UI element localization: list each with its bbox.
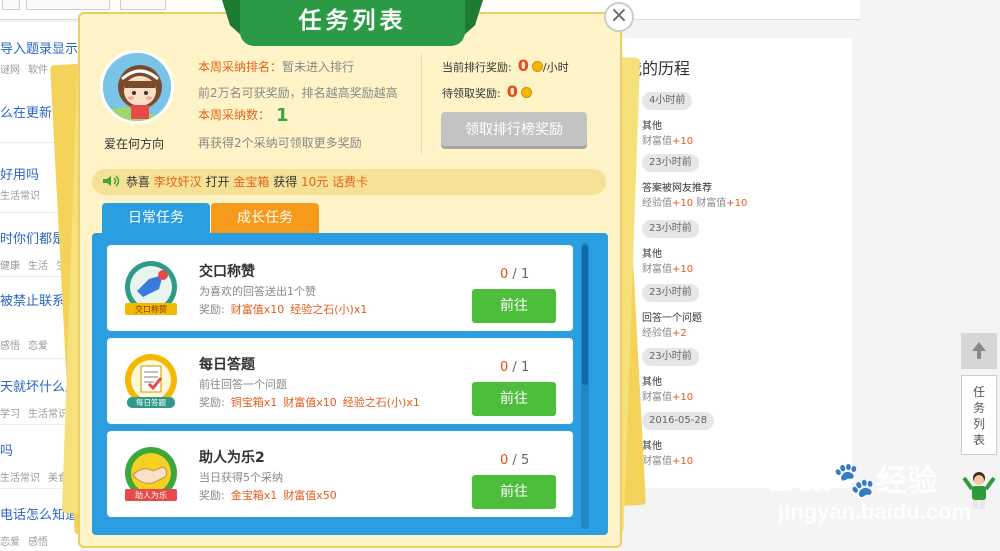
history-reward: 经验值+10 财富值+10 [642,198,748,209]
weekly-rank-value: 暂未进入排行 [282,60,355,74]
notice-bar: 恭喜 李坟奸汉 打开 金宝箱 获得 10元 话费卡 [92,169,606,195]
weekly-rank-hint: 前2万名可获奖励，排名越高奖励越高 [198,86,398,100]
pending-reward-value: 0 [506,82,518,101]
history-time: 23小时前 [642,348,699,366]
history-category: 其他 [642,441,662,452]
ribbon-tail [463,0,483,36]
history-category: 答案被网友推荐 [642,183,712,194]
task-reward: 奖励: 金宝箱x1 财富值x50 [199,489,337,502]
task-list-side-label: 任务列表 [972,385,985,447]
notice-action: 打开 [205,175,230,189]
current-reward-value: 0 [517,56,529,75]
task-title: 交口称赞 [199,264,255,280]
watermark-logo: Bai🐾经验 [768,456,939,500]
baidu-jingyan-watermark: Bai🐾经验 jingyan.baidu.com [768,456,1000,551]
toolbar-button[interactable] [26,0,110,10]
notice-verb: 获得 [273,175,298,189]
history-time: 4小时前 [642,92,693,110]
history-category: 其他 [642,377,662,388]
question-tags: 恋爱 感悟 [0,537,48,548]
avatar[interactable] [100,50,174,124]
task-list-side-button[interactable]: 任务列表 [961,375,997,455]
badge-text: 交口称赞 [135,304,167,314]
history-time: 23小时前 [642,220,699,238]
notice-prefix: 恭喜 [125,175,150,189]
task-description: 前往回答一个问题 [199,378,287,391]
history-reward: 财富值+10 [642,264,694,275]
daily-answer-badge-icon: 每日答题 [125,354,177,408]
notice-item: 金宝箱 [233,175,270,189]
scrollbar-thumb[interactable] [582,245,588,385]
task-reward: 奖励: 铜宝箱x1 财富值x10 经验之石(小)x1 [199,396,420,409]
tab-growth-tasks[interactable]: 成长任务 [211,203,319,234]
close-button[interactable]: × [604,2,634,32]
notice-user[interactable]: 李坟奸汉 [154,175,202,189]
watermark-url: jingyan.baidu.com [778,499,972,524]
history-reward: 财富值+10 [642,136,694,147]
history-panel: 我的历程 4小时前 其他 财富值+10 23小时前 答案被网友推荐 经验值+10… [620,38,852,488]
weekly-count-row: 本周采纳数： 1 [198,105,289,126]
current-reward-unit: /小时 [542,61,569,74]
history-category: 其他 [642,121,662,132]
task-card: 每日答题 每日答题 前往回答一个问题 奖励: 铜宝箱x1 财富值x10 经验之石(小)… [107,338,573,424]
helping-hands-badge-icon: 助人为乐 [125,447,177,501]
badge-text: 每日答题 [136,397,166,407]
coin-icon [531,61,543,72]
go-button[interactable]: 前往 [472,475,556,509]
weekly-rank-label: 本周采纳排名： [198,60,283,74]
notice-prize: 10元 话费卡 [301,175,369,189]
go-button[interactable]: 前往 [472,289,556,323]
go-button[interactable]: 前往 [472,382,556,416]
current-reward-label: 当前排行奖励: [442,61,512,74]
task-progress: 0 / 1 [500,267,530,282]
current-reward-row: 当前排行奖励: 0/小时 [442,56,569,75]
history-reward: 财富值+10 [642,392,694,403]
coin-icon [520,87,532,98]
pending-reward-label: 待领取奖励: [442,87,501,100]
task-list-dialog: 任务列表 × 爱在何方向 本周采纳排名：暂未进入排行 前2万名可获奖励，排名越高… [78,0,634,548]
weekly-count-value: 1 [276,105,289,126]
task-progress: 0 / 1 [500,360,530,375]
task-progress: 0 / 5 [500,453,530,468]
task-description: 当日获得5个采纳 [199,471,283,484]
task-title: 助人为乐2 [199,450,265,466]
claim-rank-reward-button[interactable]: 领取排行榜奖励 [441,112,587,149]
task-reward: 奖励: 财富值x10 经验之石(小)x1 [199,303,368,316]
task-title: 每日答题 [199,357,255,373]
history-reward: 财富值+10 [642,456,694,467]
history-time: 2016-05-28 [642,412,715,430]
toolbar-button[interactable] [2,0,20,10]
tab-daily-tasks[interactable]: 日常任务 [102,203,210,234]
task-card: 交口称赞 交口称赞 为喜欢的回答送出1个赞 奖励: 财富值x10 经验之石(小)x1… [107,245,573,331]
history-category: 回答一个问题 [642,313,702,324]
ribbon-tail [222,0,242,36]
history-reward: 经验值+2 [642,328,687,339]
weekly-more-hint: 再获得2个采纳可领取更多奖励 [198,136,362,150]
badge-text: 助人为乐 [135,490,167,500]
avatar-girl-icon [103,53,171,121]
pending-reward-row: 待领取奖励: 0 [442,82,532,101]
toolbar-button[interactable] [120,0,166,10]
user-name: 爱在何方向 [104,137,165,151]
back-to-top-button[interactable] [961,333,997,369]
history-time: 23小时前 [642,154,699,172]
question-link[interactable]: 导入题录显示 [0,38,80,57]
task-list-panel: 交口称赞 交口称赞 为喜欢的回答送出1个赞 奖励: 财富值x10 经验之石(小)x1… [92,233,608,535]
history-category: 其他 [642,249,662,260]
speaker-icon [103,175,120,187]
arrow-up-stem [977,350,981,359]
weekly-count-label: 本周采纳数： [198,108,271,122]
history-time: 23小时前 [642,284,699,302]
divider [421,54,422,154]
task-description: 为喜欢的回答送出1个赞 [199,285,316,298]
praise-badge-icon: 交口称赞 [125,261,177,315]
task-card: 助人为乐 助人为乐2 当日获得5个采纳 奖励: 金宝箱x1 财富值x50 0 / 5… [107,431,573,517]
dialog-title: 任务列表 [240,0,465,46]
weekly-rank-row: 本周采纳排名：暂未进入排行 [198,58,354,75]
